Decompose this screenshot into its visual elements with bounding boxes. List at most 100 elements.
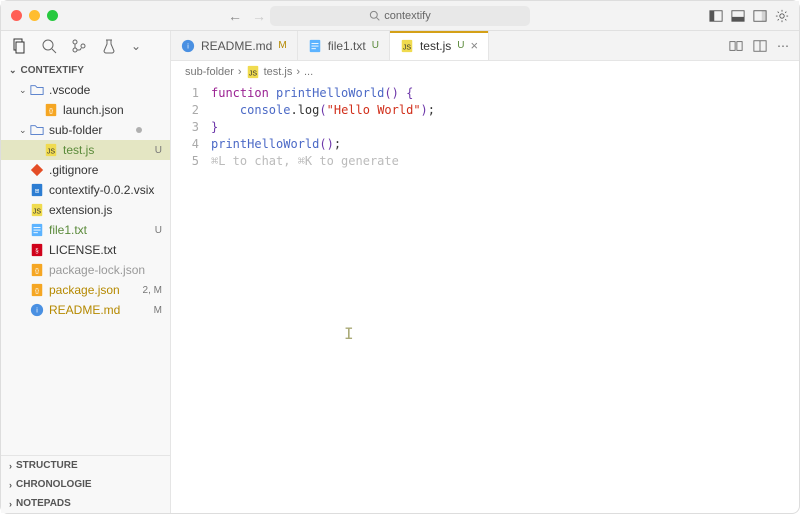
- breadcrumb-item[interactable]: sub-folder: [185, 66, 234, 78]
- chevron-right-icon: ›: [238, 66, 242, 78]
- editor-area: iREADME.mdM file1.txt U JS test.js U × ⋯ sub-fo…: [171, 31, 799, 513]
- close-tab-button[interactable]: ×: [471, 38, 479, 53]
- folder-sub-folder[interactable]: ⌄ sub-folder: [1, 120, 170, 140]
- testing-tab-icon[interactable]: [101, 38, 117, 54]
- line-number: 1: [171, 85, 199, 102]
- folder--vscode[interactable]: ⌄ .vscode: [1, 80, 170, 100]
- toggle-secondary-sidebar-icon[interactable]: [753, 9, 767, 23]
- text-cursor-icon: I: [344, 325, 354, 342]
- titlebar: ← → contextify: [1, 1, 799, 31]
- toggle-primary-sidebar-icon[interactable]: [709, 9, 723, 23]
- git-status-badge: 2, M: [143, 285, 162, 296]
- js-file-icon: JS: [43, 143, 59, 157]
- file-extension-js[interactable]: JS extension.js: [1, 200, 170, 220]
- tab-readme-md[interactable]: iREADME.mdM: [171, 31, 298, 60]
- minimize-window-button[interactable]: [29, 10, 40, 21]
- file-package-json[interactable]: {}package.json2, M: [1, 280, 170, 300]
- code-line: ⌘L to chat, ⌘K to generate: [211, 153, 799, 170]
- file-label: LICENSE.txt: [49, 243, 170, 257]
- file-label: launch.json: [63, 103, 170, 117]
- search-text: contextify: [384, 10, 430, 22]
- svg-text:JS: JS: [403, 44, 412, 51]
- code-editor[interactable]: 12345 function printHelloWorld() { conso…: [171, 83, 799, 513]
- svg-text:{}: {}: [35, 268, 39, 275]
- line-number: 3: [171, 119, 199, 136]
- chevron-down-icon: ⌄: [19, 125, 29, 136]
- breadcrumb-item[interactable]: test.js: [264, 66, 293, 78]
- js-file-icon: JS: [246, 65, 260, 79]
- section-structure[interactable]: › STRUCTURE: [1, 456, 170, 475]
- tab-label: test.js: [420, 39, 451, 53]
- line-number: 5: [171, 153, 199, 170]
- file-label: .vscode: [49, 83, 170, 97]
- folder-icon: [29, 83, 45, 97]
- nav-arrows: ← →: [228, 8, 266, 24]
- window-controls: [11, 10, 58, 21]
- file--gitignore[interactable]: .gitignore: [1, 160, 170, 180]
- explorer-section-header[interactable]: ⌄ CONTEXTIFY: [1, 61, 170, 80]
- file-tree: ⌄.vscode{}launch.json⌄sub-folderJStest.j…: [1, 80, 170, 455]
- code-line: function printHelloWorld() {: [211, 85, 799, 102]
- js-file-icon: JS: [29, 203, 45, 217]
- file-readme-md[interactable]: iREADME.mdM: [1, 300, 170, 320]
- file-label: extension.js: [49, 203, 170, 217]
- status-dot-icon: [136, 127, 142, 133]
- chevron-right-icon: ›: [9, 461, 12, 471]
- search-tab-icon[interactable]: [41, 38, 57, 54]
- svg-text:{}: {}: [35, 288, 39, 295]
- lic-file-icon: §: [29, 243, 45, 257]
- svg-text:JS: JS: [249, 71, 258, 78]
- split-icon[interactable]: [753, 39, 767, 53]
- file-launch-json[interactable]: {}launch.json: [1, 100, 170, 120]
- svg-text:JS: JS: [33, 209, 42, 216]
- txt-file-icon: [308, 39, 322, 53]
- file-label: .gitignore: [49, 163, 170, 177]
- folder-icon: [29, 123, 45, 137]
- tab-test-js[interactable]: JS test.js U ×: [390, 31, 489, 60]
- compare-icon[interactable]: [729, 39, 743, 53]
- file-label: contextify-0.0.2.vsix: [49, 183, 170, 197]
- nav-back-button[interactable]: ←: [228, 8, 242, 24]
- section-notepads[interactable]: ›NOTEPADS: [1, 494, 170, 513]
- code-line: printHelloWorld();: [211, 136, 799, 153]
- file-test-js[interactable]: JStest.jsU: [1, 140, 170, 160]
- chevron-down-icon: ⌄: [19, 85, 29, 96]
- code-line: console.log("Hello World");: [211, 102, 799, 119]
- activity-bar: ⌄: [1, 31, 170, 61]
- git-status-badge: U: [372, 40, 379, 51]
- toggle-panel-icon[interactable]: [731, 9, 745, 23]
- md-file-icon: i: [29, 303, 45, 317]
- file-file1-txt[interactable]: file1.txtU: [1, 220, 170, 240]
- file-package-lock-json[interactable]: {}package-lock.json: [1, 260, 170, 280]
- txt-file-icon: [29, 223, 45, 237]
- code-line: }: [211, 119, 799, 136]
- file-label: file1.txt: [49, 223, 170, 237]
- main-layout: ⌄ ⌄ CONTEXTIFY ⌄.vscode{}launch.json⌄sub…: [1, 31, 799, 513]
- source-control-tab-icon[interactable]: [71, 38, 87, 54]
- svg-text:⊞: ⊞: [35, 189, 39, 195]
- chevron-down-icon[interactable]: ⌄: [131, 39, 141, 53]
- tab-actions: ⋯: [719, 31, 799, 60]
- json-file-icon: {}: [29, 283, 45, 297]
- breadcrumb[interactable]: sub-folder›JStest.js›...: [171, 61, 799, 83]
- chevron-right-icon: ›: [9, 499, 12, 509]
- explorer-tab-icon[interactable]: [11, 38, 27, 54]
- chevron-down-icon: ⌄: [9, 65, 17, 76]
- file-license-txt[interactable]: § LICENSE.txt: [1, 240, 170, 260]
- maximize-window-button[interactable]: [47, 10, 58, 21]
- section-chronologie[interactable]: ›CHRONOLOGIE: [1, 475, 170, 494]
- section-label: STRUCTURE: [16, 460, 78, 471]
- tab-label: file1.txt: [328, 39, 366, 53]
- nav-forward-button[interactable]: →: [252, 8, 266, 24]
- breadcrumb-item[interactable]: ...: [304, 66, 313, 78]
- more-actions-button[interactable]: ⋯: [777, 39, 789, 53]
- layout-controls: [709, 9, 789, 23]
- file-contextify-0-0-2-vsix[interactable]: ⊞ contextify-0.0.2.vsix: [1, 180, 170, 200]
- file-label: sub-folder: [49, 123, 170, 137]
- vsix-file-icon: ⊞: [29, 183, 45, 197]
- git-status-badge: U: [457, 40, 464, 51]
- tab-file1-txt[interactable]: file1.txt U: [298, 31, 390, 60]
- command-center-search[interactable]: contextify: [270, 6, 530, 26]
- close-window-button[interactable]: [11, 10, 22, 21]
- gear-icon[interactable]: [775, 9, 789, 23]
